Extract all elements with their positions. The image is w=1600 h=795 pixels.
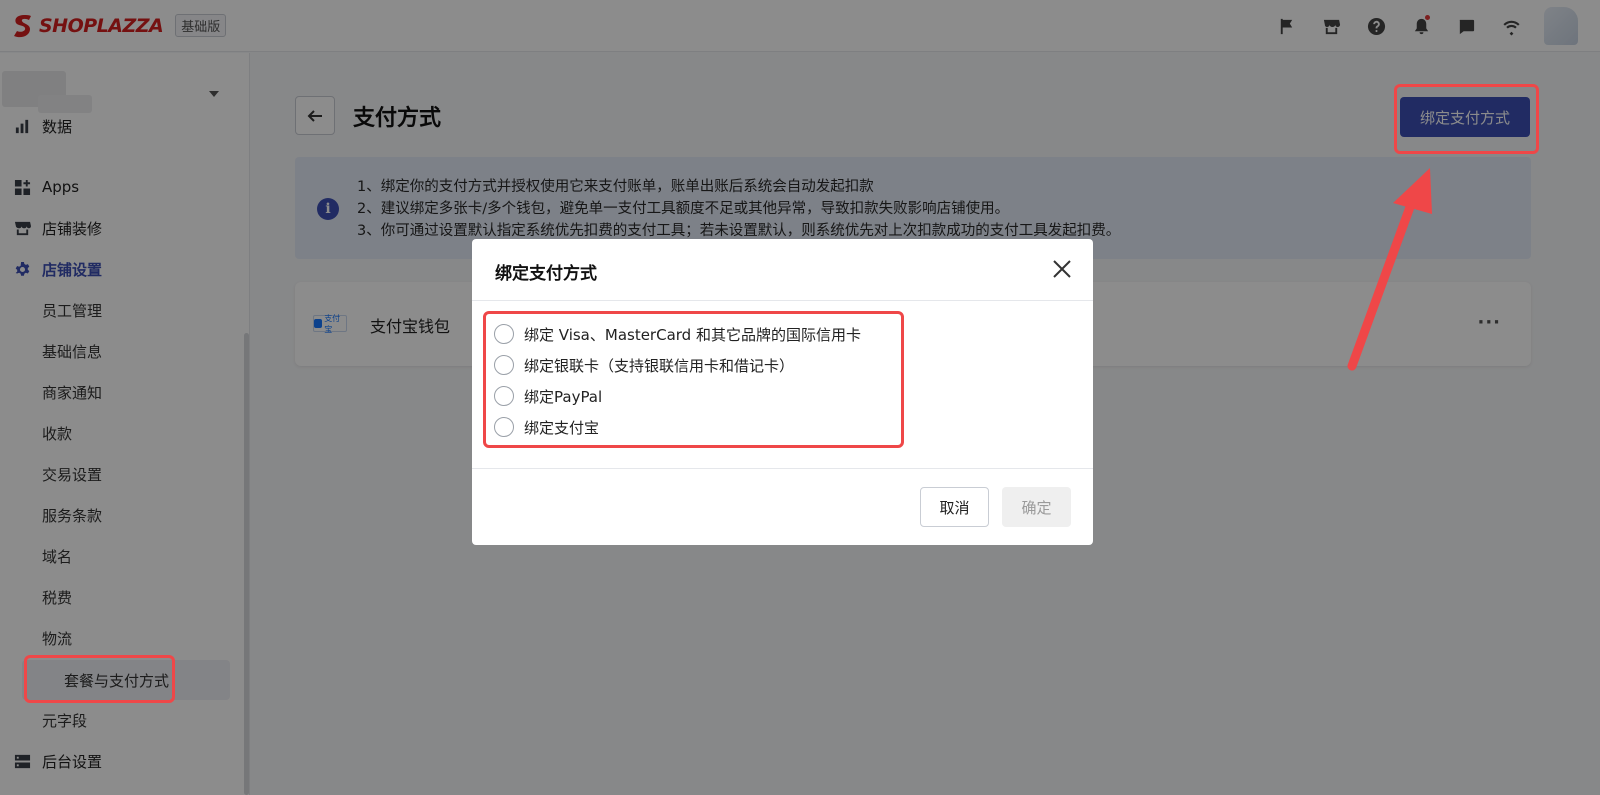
highlight-options	[483, 311, 904, 448]
modal-header: 绑定支付方式	[472, 239, 1093, 301]
highlight-sidebar-selected	[24, 655, 175, 703]
confirm-button[interactable]: 确定	[1002, 487, 1071, 527]
cancel-button[interactable]: 取消	[920, 487, 989, 527]
modal-footer: 取消 确定	[472, 469, 1093, 545]
modal-title: 绑定支付方式	[495, 264, 597, 284]
close-icon[interactable]	[1051, 258, 1073, 280]
highlight-bind-button	[1394, 84, 1539, 154]
